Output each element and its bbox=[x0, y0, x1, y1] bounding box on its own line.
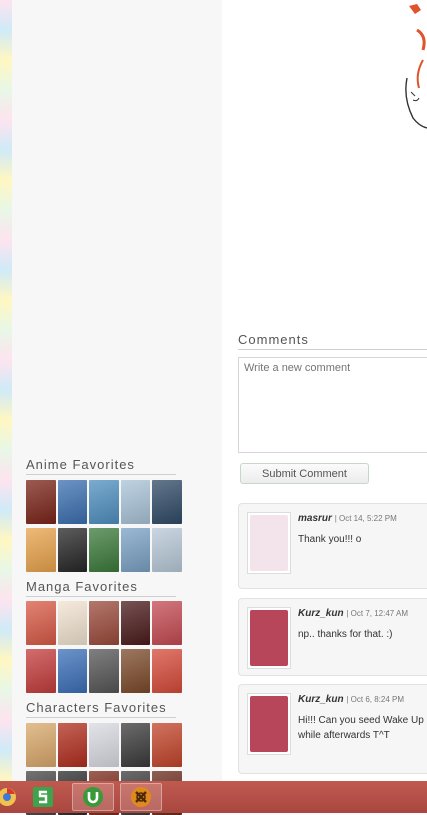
manga-favorites-grid bbox=[26, 601, 182, 693]
character-thumbnail[interactable] bbox=[120, 723, 150, 767]
comment-username[interactable]: Kurz_kun bbox=[298, 608, 344, 619]
manga-thumbnail[interactable] bbox=[120, 649, 150, 693]
header-artwork bbox=[405, 4, 427, 129]
character-thumbnail[interactable] bbox=[26, 723, 56, 767]
comment-date: | Oct 6, 8:24 PM bbox=[346, 695, 404, 704]
anime-thumbnail[interactable] bbox=[57, 480, 87, 524]
character-thumbnail[interactable] bbox=[152, 723, 182, 767]
comment-card: Kurz_kun | Oct 6, 8:24 PM Hi!!! Can you … bbox=[238, 684, 427, 774]
anime-favorites-grid bbox=[26, 480, 182, 572]
anime-thumbnail[interactable] bbox=[89, 528, 119, 572]
manga-thumbnail[interactable] bbox=[120, 601, 150, 645]
comments-title: Comments bbox=[238, 332, 427, 350]
game-app-icon bbox=[131, 787, 151, 807]
comment-card: Kurz_kun | Oct 7, 12:47 AM np.. thanks f… bbox=[238, 598, 427, 676]
manga-thumbnail[interactable] bbox=[152, 601, 182, 645]
utorrent-icon bbox=[83, 787, 103, 807]
comment-text: np.. thanks for that. :) bbox=[298, 629, 393, 640]
taskbar-green-app-button[interactable] bbox=[22, 783, 64, 811]
comment-meta: Kurz_kun | Oct 6, 8:24 PM bbox=[298, 694, 404, 705]
comment-username[interactable]: masrur bbox=[298, 513, 332, 524]
green-s-app-icon bbox=[33, 787, 53, 807]
avatar-image bbox=[250, 610, 288, 666]
anime-thumbnail[interactable] bbox=[26, 480, 56, 524]
manga-thumbnail[interactable] bbox=[26, 601, 56, 645]
comment-username[interactable]: Kurz_kun bbox=[298, 694, 344, 705]
manga-thumbnail[interactable] bbox=[57, 649, 87, 693]
manga-thumbnail[interactable] bbox=[89, 601, 119, 645]
manga-thumbnail[interactable] bbox=[57, 601, 87, 645]
taskbar-game-button[interactable] bbox=[120, 783, 162, 811]
characters-favorites-title: Characters Favorites bbox=[26, 700, 176, 718]
anime-thumbnail[interactable] bbox=[120, 480, 150, 524]
manga-favorites-title: Manga Favorites bbox=[26, 579, 176, 597]
comment-text: Hi!!! Can you seed Wake Up while afterwa… bbox=[298, 715, 424, 741]
avatar-image bbox=[250, 515, 288, 571]
avatar[interactable] bbox=[247, 693, 291, 755]
character-thumbnail[interactable] bbox=[57, 723, 87, 767]
anime-thumbnail[interactable] bbox=[89, 480, 119, 524]
anime-thumbnail[interactable] bbox=[120, 528, 150, 572]
manga-thumbnail[interactable] bbox=[89, 649, 119, 693]
character-thumbnail[interactable] bbox=[89, 723, 119, 767]
anime-thumbnail[interactable] bbox=[26, 528, 56, 572]
avatar-image bbox=[250, 696, 288, 752]
background-pattern bbox=[0, 0, 12, 781]
comment-meta: masrur | Oct 14, 5:22 PM bbox=[298, 513, 397, 524]
browser-icon bbox=[0, 788, 16, 806]
avatar[interactable] bbox=[247, 512, 291, 574]
comment-meta: Kurz_kun | Oct 7, 12:47 AM bbox=[298, 608, 408, 619]
anime-thumbnail[interactable] bbox=[152, 480, 182, 524]
manga-thumbnail[interactable] bbox=[26, 649, 56, 693]
anime-favorites-title: Anime Favorites bbox=[26, 457, 176, 475]
avatar[interactable] bbox=[247, 607, 291, 669]
taskbar-utorrent-button[interactable] bbox=[72, 783, 114, 811]
comment-input[interactable] bbox=[238, 357, 427, 453]
anime-thumbnail[interactable] bbox=[152, 528, 182, 572]
manga-thumbnail[interactable] bbox=[152, 649, 182, 693]
comment-text: Thank you!!! o bbox=[298, 534, 362, 545]
comment-date: | Oct 7, 12:47 AM bbox=[346, 609, 409, 618]
submit-comment-button[interactable]: Submit Comment bbox=[240, 463, 369, 484]
anime-thumbnail[interactable] bbox=[57, 528, 87, 572]
comment-card: masrur | Oct 14, 5:22 PM Thank you!!! o bbox=[238, 503, 427, 589]
taskbar bbox=[0, 781, 427, 813]
comment-date: | Oct 14, 5:22 PM bbox=[334, 514, 397, 523]
